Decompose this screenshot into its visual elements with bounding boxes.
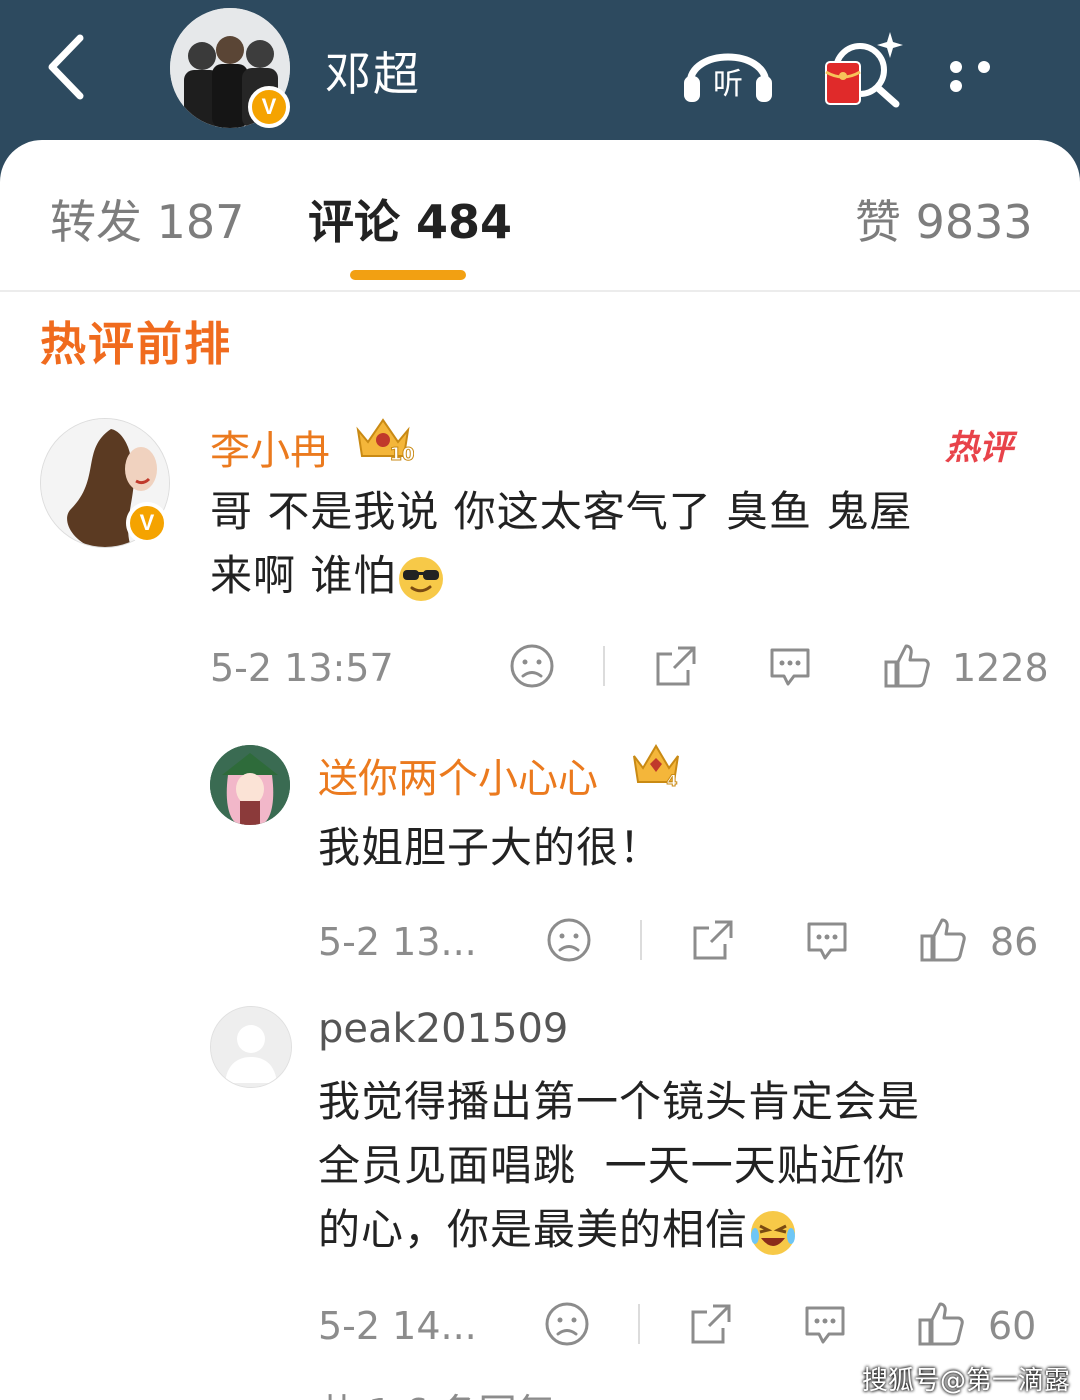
reply-text-line3: 的心，你是最美的相信 (318, 1205, 749, 1254)
member-crown-icon: 4 (633, 744, 679, 790)
red-packet-search-icon[interactable] (820, 28, 910, 112)
dislike-face-icon[interactable] (508, 642, 556, 690)
back-arrow-icon[interactable] (40, 30, 100, 105)
page-title: 邓超 (325, 47, 421, 101)
section-title: 热评前排 (40, 317, 232, 371)
reply-text: 我姐胆子大的很！ (318, 823, 663, 872)
listen-label: 听 (713, 67, 743, 102)
share-icon[interactable] (652, 642, 700, 690)
like-count: 86 (990, 920, 1039, 964)
divider (638, 1304, 640, 1344)
comment-text-line: 哥 不是我说 你这太客气了 臭鱼 鬼屋 (210, 487, 913, 536)
hot-comment-badge: 热评 (945, 428, 1013, 468)
member-crown-icon: 10 (356, 418, 414, 464)
share-icon[interactable] (687, 1300, 735, 1348)
avatar-photo (210, 745, 290, 825)
view-more-replies-link[interactable]: 共 1 6 条回复 › (318, 1382, 582, 1400)
reply-avatar[interactable] (210, 745, 290, 825)
reply-timestamp: 5-2 13... (318, 920, 477, 964)
active-tab-indicator (350, 270, 466, 280)
comment-username[interactable]: 李小冉 (210, 418, 330, 476)
dislike-face-icon[interactable] (543, 1300, 591, 1348)
divider (603, 646, 605, 686)
comment-text: 哥 不是我说 你这太客气了 臭鱼 鬼屋 来啊 谁怕 (210, 480, 1040, 608)
default-avatar-icon (211, 1007, 291, 1087)
share-icon[interactable] (689, 916, 737, 964)
tab-comment[interactable]: 评论 484 (308, 186, 512, 252)
reply-comment-icon[interactable] (801, 1300, 849, 1348)
more-dots-icon[interactable] (950, 58, 1030, 92)
reply-comment-icon[interactable] (766, 642, 814, 690)
divider (640, 920, 642, 960)
reply-timestamp: 5-2 14... (318, 1304, 477, 1348)
laughing-crying-emoji-icon (751, 1210, 796, 1255)
comment-text-line2: 来啊 谁怕 (210, 551, 397, 600)
headphones-listen-icon[interactable]: 听 (680, 28, 776, 108)
reply-username[interactable]: peak201509 (318, 1006, 568, 1052)
reply-text-line: 全员见面唱跳 一天一天贴近你 (318, 1141, 906, 1190)
dislike-face-icon[interactable] (545, 916, 593, 964)
reply-username[interactable]: 送你两个小心心 (318, 746, 598, 804)
like-count: 60 (988, 1304, 1037, 1348)
reply-text: 我觉得播出第一个镜头肯定会是 全员见面唱跳 一天一天贴近你 的心，你是最美的相信 (318, 1070, 1048, 1262)
reply-avatar[interactable] (210, 1006, 292, 1088)
sunglasses-emoji-icon (399, 556, 444, 601)
comment-timestamp: 5-2 13:57 (210, 646, 394, 690)
like-thumb-icon[interactable] (882, 640, 932, 690)
reply-text-line: 我觉得播出第一个镜头肯定会是 (318, 1077, 921, 1126)
like-thumb-icon[interactable] (918, 914, 968, 964)
reply-text-line: 的心，你是最美的相信 (318, 1198, 1048, 1262)
like-thumb-icon[interactable] (916, 1298, 966, 1348)
verified-badge-icon: V (126, 502, 168, 544)
like-count: 1228 (952, 646, 1049, 690)
comments-panel: 转发 187 评论 484 赞 9833 热评前排 V 李小冉 10 热评 哥 … (0, 140, 1080, 1400)
watermark: 搜狐号@第一滴露珠 (862, 1366, 1071, 1396)
reply-comment-icon[interactable] (803, 916, 851, 964)
comment-text-line: 来啊 谁怕 (210, 544, 1040, 608)
member-level: 10 (389, 444, 414, 464)
tab-repost[interactable]: 转发 187 (50, 186, 244, 252)
tab-bar: 转发 187 评论 484 赞 9833 (0, 140, 1080, 292)
member-level: 4 (666, 771, 677, 790)
top-bar: V 邓超 听 (0, 0, 1080, 150)
verified-badge-icon: V (248, 86, 290, 128)
tab-likes[interactable]: 赞 9833 (855, 186, 1033, 252)
